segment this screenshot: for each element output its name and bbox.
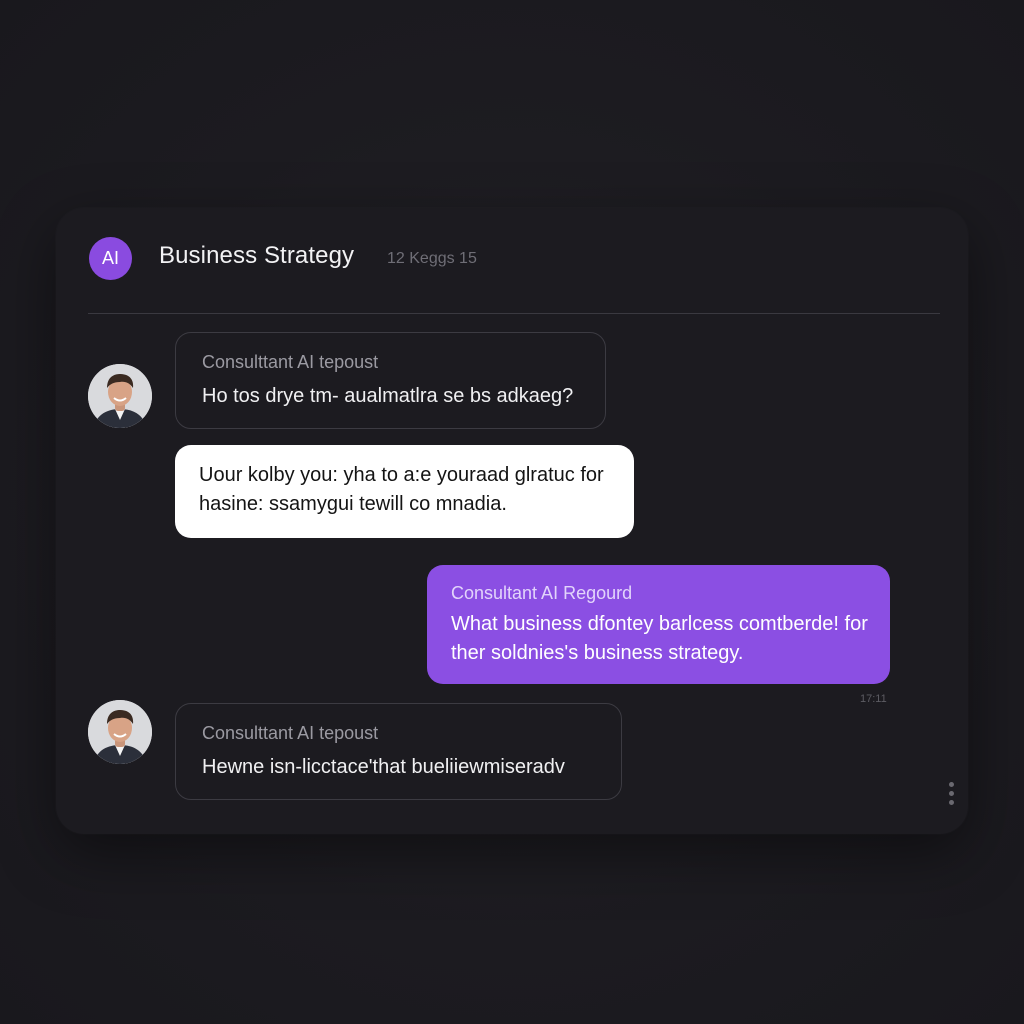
chat-title: Business Strategy: [159, 242, 355, 269]
chat-header: AI Business Strategy 12 Keggs 15: [56, 208, 968, 314]
chat-window: AI Business Strategy 12 Keggs 15 Consult…: [56, 208, 968, 834]
person-avatar-icon: [88, 700, 152, 764]
message-text: Ho tos drye tm- aualmatlra se bs adkaeg?: [202, 385, 574, 407]
message-text: Hewne isn-licctace'that bueliiewmiseradv: [202, 756, 565, 778]
user-avatar[interactable]: [88, 700, 152, 764]
outgoing-message-bubble[interactable]: Consultant AI Regourd What business dfon…: [427, 565, 890, 684]
message-text: Uour kolby you: yha to a:e youraad glrat…: [199, 464, 604, 515]
message-sender: Consulttant AI tepoust: [202, 352, 379, 372]
user-avatar[interactable]: [88, 364, 152, 428]
header-divider: [88, 313, 940, 314]
message-sender: Consultant AI Regourd: [451, 583, 633, 603]
message-bubble[interactable]: Consulttant AI tepoust Hewne isn-licctac…: [175, 703, 622, 800]
ai-avatar-badge[interactable]: AI: [89, 237, 132, 280]
message-bubble[interactable]: Consulttant AI tepoust Ho tos drye tm- a…: [175, 332, 606, 429]
chat-meta: 12 Keggs 15: [387, 250, 477, 267]
message-bubble[interactable]: Uour kolby you: yha to a:e youraad glrat…: [175, 445, 634, 538]
person-avatar-icon: [88, 364, 152, 428]
message-text: What business dfontey barlcess comtberde…: [451, 613, 868, 664]
app-background: AI Business Strategy 12 Keggs 15 Consult…: [0, 0, 1024, 1024]
message-timestamp: 17:11: [860, 693, 887, 705]
more-options-icon[interactable]: [945, 782, 959, 812]
message-sender: Consulttant AI tepoust: [202, 723, 379, 743]
